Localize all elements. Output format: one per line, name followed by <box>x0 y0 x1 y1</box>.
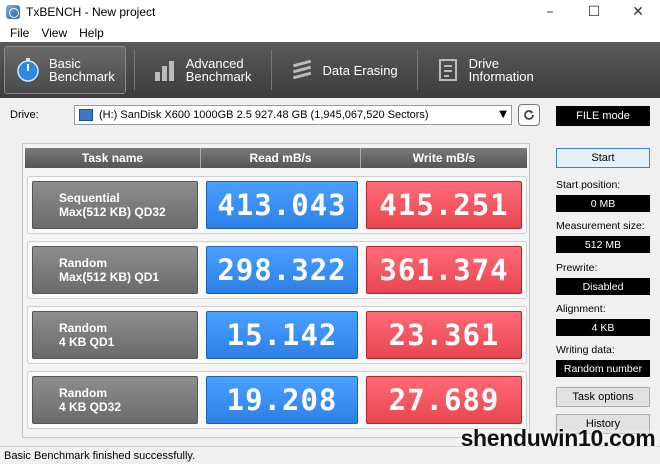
task-random-4k-qd32-button[interactable]: Random 4 KB QD32 <box>32 376 198 424</box>
advanced-benchmark-line2: Benchmark <box>185 69 252 84</box>
measurement-size-value[interactable]: 512 MB <box>556 236 650 253</box>
table-row: Sequential Max(512 KB) QD32 413.043 415.… <box>27 176 527 234</box>
task-name-line1: Random <box>59 321 107 335</box>
start-position-value[interactable]: 0 MB <box>556 195 650 212</box>
menu-file[interactable]: File <box>4 26 35 40</box>
alignment-value[interactable]: 4 KB <box>556 319 650 336</box>
drive-selected-value: (H:) SanDisk X600 1000GB 2.5 927.48 GB (… <box>99 109 429 121</box>
window-controls: – ☐ ✕ <box>528 0 660 24</box>
write-value: 361.374 <box>366 246 522 294</box>
results-header: Task name Read mB/s Write mB/s <box>25 148 527 168</box>
alignment-label: Alignment: <box>556 303 606 315</box>
prewrite-value[interactable]: Disabled <box>556 278 650 295</box>
header-read: Read mB/s <box>201 148 361 168</box>
task-options-button[interactable]: Task options <box>556 387 650 407</box>
drive-information-line2: Information <box>468 69 534 84</box>
title-bar: TxBENCH - New project – ☐ ✕ <box>0 0 660 24</box>
toolbar-divider <box>133 50 135 90</box>
writing-data-label: Writing data: <box>556 344 615 356</box>
writing-data-value[interactable]: Random number <box>556 360 650 377</box>
advanced-benchmark-button[interactable]: Advanced Benchmark <box>141 46 263 94</box>
task-name-line2: 4 KB QD1 <box>59 335 115 349</box>
file-mode-indicator[interactable]: FILE mode <box>556 106 650 126</box>
task-name-line1: Random <box>59 386 107 400</box>
task-name-line2: Max(512 KB) QD32 <box>59 205 166 219</box>
menu-view[interactable]: View <box>35 26 73 40</box>
table-row: Random Max(512 KB) QD1 298.322 361.374 <box>27 241 527 299</box>
bar-chart-icon <box>154 61 174 81</box>
prewrite-label: Prewrite: <box>556 262 598 274</box>
task-random-512k-qd1-button[interactable]: Random Max(512 KB) QD1 <box>32 246 198 294</box>
data-erasing-button[interactable]: Data Erasing <box>278 46 409 94</box>
task-sequential-button[interactable]: Sequential Max(512 KB) QD32 <box>32 181 198 229</box>
read-value: 413.043 <box>206 181 358 229</box>
toolbar-divider <box>270 50 272 90</box>
table-row: Random 4 KB QD1 15.142 23.361 <box>27 306 527 364</box>
eraser-icon <box>292 59 311 80</box>
watermark: shenduwin10.com <box>460 424 656 451</box>
header-write: Write mB/s <box>361 148 527 168</box>
task-name-line1: Random <box>59 256 107 270</box>
drive-information-button[interactable]: Drive Information <box>424 46 545 94</box>
minimize-icon[interactable]: – <box>528 0 572 24</box>
write-value: 27.689 <box>366 376 522 424</box>
chevron-down-icon: ▼ <box>499 109 507 120</box>
read-value: 15.142 <box>206 311 358 359</box>
close-icon[interactable]: ✕ <box>616 0 660 24</box>
table-row: Random 4 KB QD32 19.208 27.689 <box>27 371 527 429</box>
menu-help[interactable]: Help <box>73 26 110 40</box>
read-value: 298.322 <box>206 246 358 294</box>
window-title: TxBENCH - New project <box>26 5 156 19</box>
start-button[interactable]: Start <box>556 148 650 168</box>
start-position-label: Start position: <box>556 179 621 191</box>
basic-benchmark-line2: Benchmark <box>49 69 115 84</box>
drive-select[interactable]: (H:) SanDisk X600 1000GB 2.5 927.48 GB (… <box>74 105 512 125</box>
task-name-line2: 4 KB QD32 <box>59 400 122 414</box>
basic-benchmark-button[interactable]: Basic Benchmark <box>4 46 126 94</box>
toolbar-divider <box>416 50 418 90</box>
refresh-icon <box>524 110 534 120</box>
task-name-line2: Max(512 KB) QD1 <box>59 270 160 284</box>
app-icon <box>6 5 20 19</box>
header-task-name: Task name <box>25 148 201 168</box>
menu-bar: File View Help <box>0 24 660 42</box>
write-value: 23.361 <box>366 311 522 359</box>
drive-label: Drive: <box>10 109 39 121</box>
data-erasing-label: Data Erasing <box>322 62 398 78</box>
task-random-4k-qd1-button[interactable]: Random 4 KB QD1 <box>32 311 198 359</box>
status-text: Basic Benchmark finished successfully. <box>4 449 196 462</box>
measurement-size-label: Measurement size: <box>556 220 645 232</box>
write-value: 415.251 <box>366 181 522 229</box>
toolbar: Basic Benchmark Advanced Benchmark Data … <box>0 42 660 98</box>
task-name-line1: Sequential <box>59 191 120 205</box>
hard-drive-icon <box>79 109 93 121</box>
refresh-drives-button[interactable] <box>518 104 540 126</box>
stopwatch-icon <box>17 58 39 82</box>
results-panel: Task name Read mB/s Write mB/s Sequentia… <box>22 143 530 438</box>
maximize-icon[interactable]: ☐ <box>572 0 616 24</box>
drive-info-icon <box>438 59 457 81</box>
read-value: 19.208 <box>206 376 358 424</box>
